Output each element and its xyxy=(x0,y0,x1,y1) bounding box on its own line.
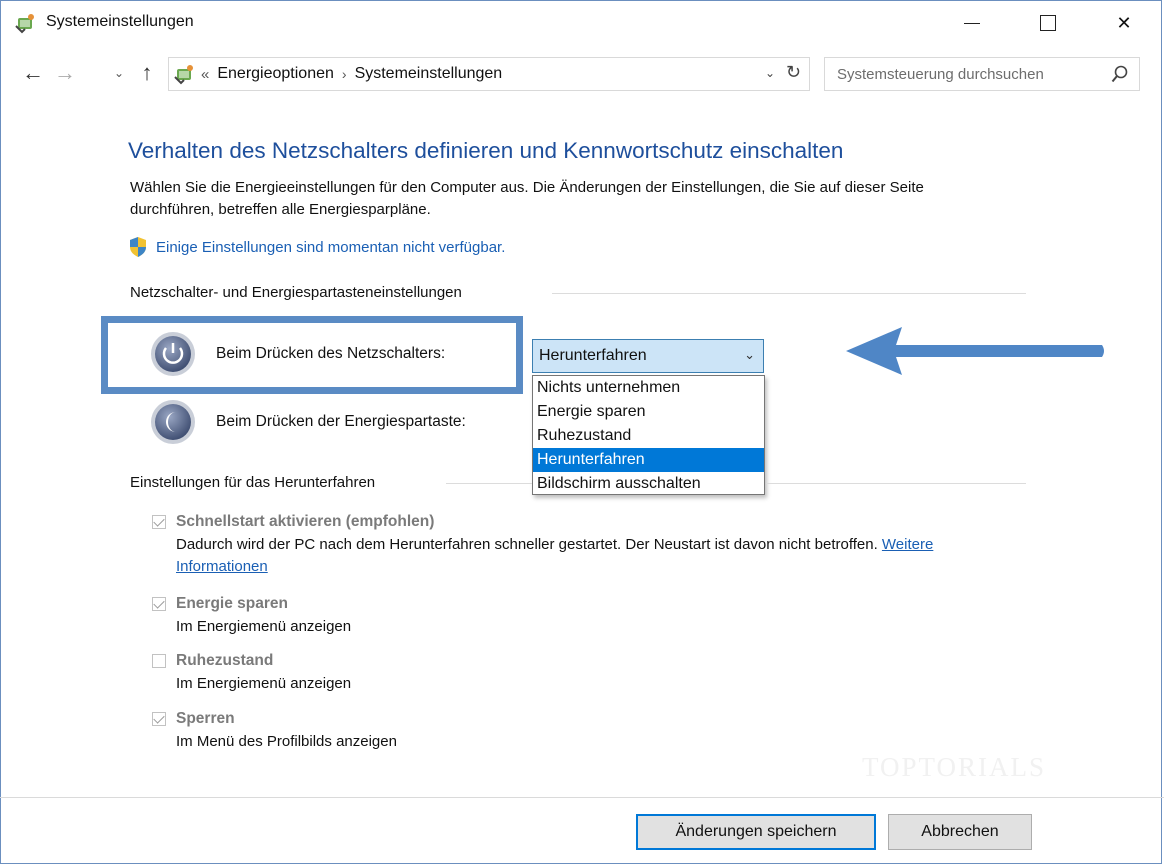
title-bar: Systemeinstellungen ✕ xyxy=(0,0,1164,46)
breadcrumb-energieoptionen[interactable]: Energieoptionen xyxy=(217,65,334,83)
select-value: Herunterfahren xyxy=(539,347,647,364)
refresh-icon[interactable]: ↻ xyxy=(786,62,801,83)
page-description: Wählen Sie die Energieeinstellungen für … xyxy=(130,179,924,218)
cancel-button[interactable]: Abbrechen xyxy=(888,814,1032,850)
forward-button[interactable]: → xyxy=(50,58,80,88)
maximize-icon xyxy=(1040,15,1056,31)
sleep-menu-setting: Energie sparen Im Energiemenü anzeigen xyxy=(152,592,351,638)
power-group-title: Netzschalter- und Energiespartasteneinst… xyxy=(130,284,462,301)
minimize-button[interactable] xyxy=(942,0,1002,46)
dropdown-option-selected[interactable]: Herunterfahren xyxy=(533,448,764,472)
page-title: Verhalten des Netzschalters definieren u… xyxy=(128,138,844,163)
lock-menu-setting: Sperren Im Menü des Profilbilds anzeigen xyxy=(152,707,397,753)
minimize-icon xyxy=(964,22,980,24)
power-button-action-select[interactable]: Herunterfahren ⌄ xyxy=(532,339,764,373)
sleep-description: Im Energiemenü anzeigen xyxy=(176,618,352,635)
dropdown-option[interactable]: Ruhezustand xyxy=(533,424,764,448)
footer-divider xyxy=(0,797,1164,798)
chevron-down-icon: ⌄ xyxy=(113,66,125,80)
search-icon[interactable] xyxy=(1111,64,1129,84)
dropdown-option[interactable]: Bildschirm ausschalten xyxy=(533,472,764,496)
fast-startup-setting: Schnellstart aktivieren (empfohlen) Dadu… xyxy=(152,510,996,578)
window-title: Systemeinstellungen xyxy=(46,13,194,30)
lock-description: Im Menü des Profilbilds anzeigen xyxy=(176,733,397,750)
close-button[interactable]: ✕ xyxy=(1094,0,1154,46)
back-button[interactable]: ← xyxy=(18,58,48,88)
maximize-button[interactable] xyxy=(1018,0,1078,46)
chevron-down-icon: ⌄ xyxy=(744,347,755,362)
fast-startup-checkbox[interactable] xyxy=(152,515,166,529)
breadcrumb-separator-icon: › xyxy=(341,66,347,82)
search-input[interactable]: Systemsteuerung durchsuchen xyxy=(837,66,1044,83)
dropdown-option[interactable]: Nichts unternehmen xyxy=(533,376,764,400)
admin-settings-link-text[interactable]: Einige Einstellungen sind momentan nicht… xyxy=(156,239,505,256)
dropdown-option[interactable]: Energie sparen xyxy=(533,400,764,424)
hibernate-label: Ruhezustand xyxy=(176,652,274,669)
sleep-button-label: Beim Drücken der Energiespartaste: xyxy=(216,413,466,430)
up-arrow-icon: ↑ xyxy=(141,60,153,85)
lock-checkbox[interactable] xyxy=(152,712,166,726)
breadcrumb-overflow[interactable]: « xyxy=(201,66,209,83)
fast-startup-description: Dadurch wird der PC nach dem Herunterfah… xyxy=(176,534,996,578)
recent-locations-button[interactable]: ⌄ xyxy=(108,58,130,88)
annotation-arrow-icon xyxy=(846,327,1104,375)
highlight-frame xyxy=(101,316,523,394)
up-button[interactable]: ↑ xyxy=(134,58,160,88)
forward-arrow-icon: → xyxy=(54,60,76,85)
sleep-button-icon xyxy=(151,400,195,444)
fast-startup-label: Schnellstart aktivieren (empfohlen) xyxy=(176,513,435,530)
watermark: TOPTORIALS xyxy=(862,752,1047,782)
search-box[interactable]: Systemsteuerung durchsuchen xyxy=(824,57,1140,91)
hibernate-description: Im Energiemenü anzeigen xyxy=(176,675,352,692)
breadcrumb-systemeinstellungen[interactable]: Systemeinstellungen xyxy=(355,65,503,83)
address-bar[interactable]: « Energieoptionen › Systemeinstellungen … xyxy=(168,57,810,91)
group-divider xyxy=(446,483,532,484)
uac-shield-icon xyxy=(130,237,146,257)
address-dropdown-icon[interactable]: ⌄ xyxy=(765,66,775,80)
power-options-icon xyxy=(174,65,193,85)
hibernate-checkbox[interactable] xyxy=(152,654,166,668)
sleep-checkbox[interactable] xyxy=(152,597,166,611)
sleep-button-setting: Beim Drücken der Energiespartaste: xyxy=(150,399,466,445)
navigation-bar: ← → ⌄ ↑ « Energieoptionen › Systemeinste… xyxy=(0,54,1164,94)
sleep-label: Energie sparen xyxy=(176,595,288,612)
shutdown-group-title: Einstellungen für das Herunterfahren xyxy=(130,474,376,491)
power-options-icon xyxy=(15,14,34,34)
lock-label: Sperren xyxy=(176,710,235,727)
admin-settings-link[interactable]: Einige Einstellungen sind momentan nicht… xyxy=(128,236,505,258)
fast-startup-description-text: Dadurch wird der PC nach dem Herunterfah… xyxy=(176,536,878,553)
save-changes-button[interactable]: Änderungen speichern xyxy=(636,814,876,850)
back-arrow-icon: ← xyxy=(22,60,44,85)
group-divider xyxy=(552,293,1026,294)
close-icon: ✕ xyxy=(1116,12,1132,33)
hibernate-menu-setting: Ruhezustand Im Energiemenü anzeigen xyxy=(152,649,351,695)
group-divider xyxy=(766,483,1026,484)
power-action-dropdown: Nichts unternehmen Energie sparen Ruhezu… xyxy=(532,375,765,495)
main-content: Verhalten des Netzschalters definieren u… xyxy=(0,100,1164,790)
